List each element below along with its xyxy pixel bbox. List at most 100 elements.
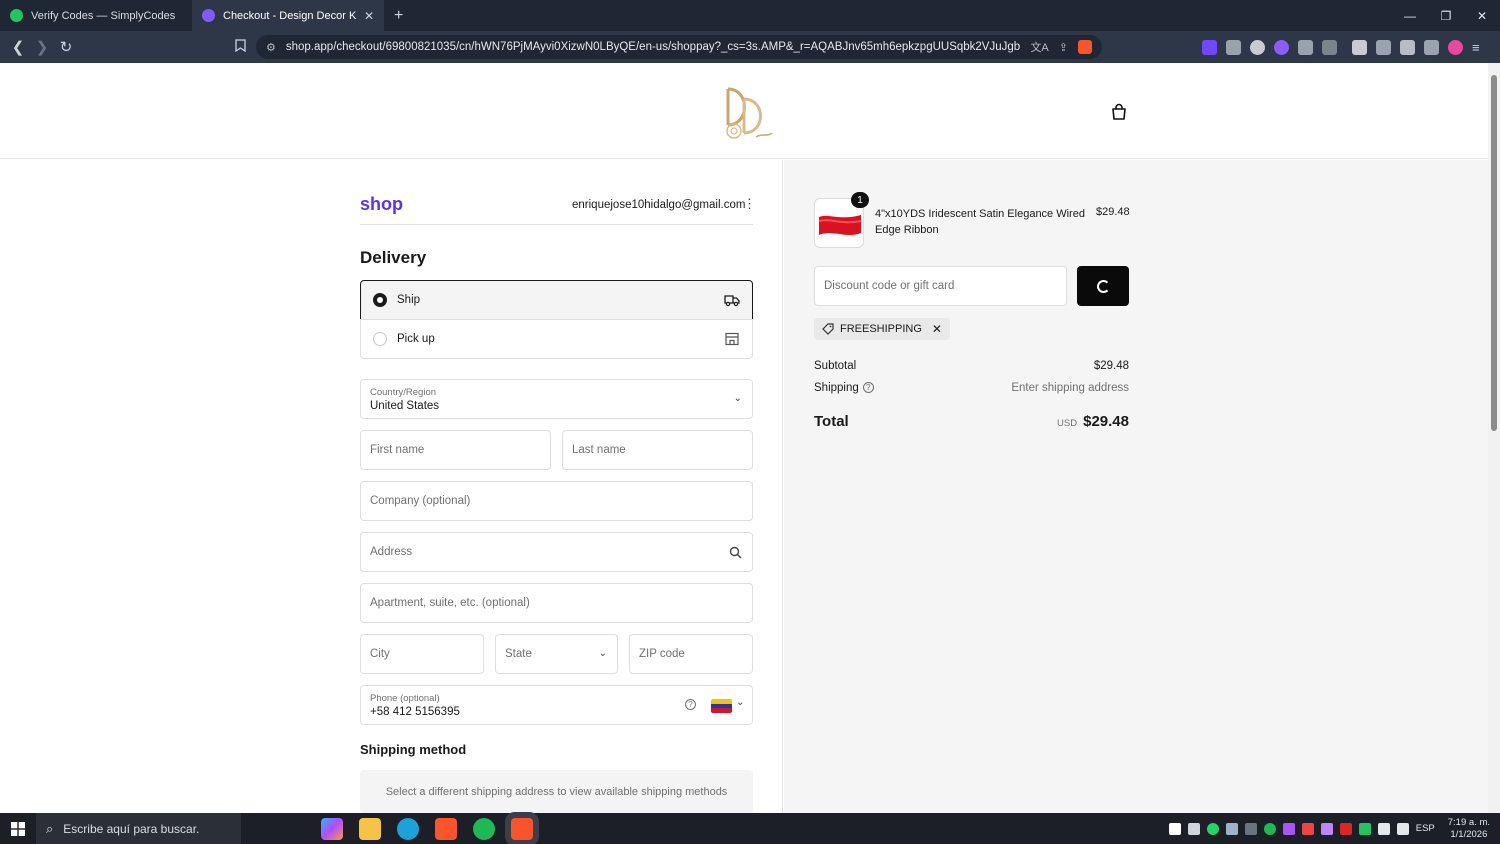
delivery-option-ship[interactable]: Ship [360, 280, 753, 320]
taskbar-clock[interactable]: 7:19 a. m. 1/1/2026 [1448, 817, 1490, 841]
first-name-field[interactable]: First name [360, 430, 551, 470]
minimize-button[interactable]: — [1392, 0, 1428, 31]
network-icon[interactable] [1377, 822, 1390, 835]
new-tab-button[interactable]: + [394, 7, 403, 25]
help-icon[interactable]: ? [685, 699, 696, 710]
restore-button[interactable]: ❐ [1428, 0, 1464, 31]
page-scrollbar[interactable] [1488, 63, 1500, 813]
city-field[interactable]: City [360, 634, 484, 674]
windows-start-icon[interactable] [0, 813, 36, 844]
taskbar-search-placeholder: Escribe aquí para buscar. [63, 821, 200, 836]
shipping-method-heading: Shipping method [360, 742, 467, 757]
address-field[interactable]: Address [360, 532, 753, 572]
store-logo[interactable] [716, 81, 774, 143]
remove-discount-icon[interactable]: ✕ [932, 322, 942, 336]
store-icon [725, 332, 739, 346]
tray-app-icon[interactable] [1168, 822, 1181, 835]
copilot-icon[interactable] [321, 817, 343, 840]
tray-feather-icon[interactable] [1320, 822, 1333, 835]
country-select[interactable]: Country/Region United States ⌄ [360, 379, 753, 419]
extensions-puzzle-icon[interactable] [1298, 39, 1313, 55]
chevron-down-icon[interactable]: ⌄ [736, 697, 744, 708]
apply-discount-button[interactable] [1077, 266, 1129, 306]
state-select[interactable]: State ⌄ [495, 634, 618, 674]
reload-icon[interactable]: ↻ [54, 38, 78, 56]
extension-shield-icon[interactable] [1250, 39, 1265, 55]
edge-icon[interactable] [397, 817, 419, 840]
phone-field[interactable]: Phone (optional) +58 412 5156395 ? ⌄ [360, 685, 753, 725]
phone-value: +58 412 5156395 [370, 706, 460, 718]
url-text[interactable]: shop.app/checkout/69800821035/cn/hWN76Pj… [286, 41, 1021, 53]
delivery-heading: Delivery [360, 248, 427, 267]
pinned-apps [321, 817, 533, 840]
vpn-icon[interactable] [1424, 39, 1439, 55]
back-icon[interactable]: ❮ [6, 38, 30, 56]
extension-capture-icon[interactable] [1322, 39, 1337, 55]
file-explorer-icon[interactable] [359, 817, 381, 840]
extension-a-icon[interactable] [1202, 39, 1217, 55]
applied-discount-chip: FREESHIPPING ✕ [814, 318, 950, 340]
discount-code-input[interactable]: Discount code or gift card [814, 266, 1067, 306]
volume-icon[interactable] [1396, 822, 1409, 835]
pickup-radio[interactable] [373, 332, 387, 346]
extension-reader-icon[interactable] [1226, 39, 1241, 55]
delivery-option-pickup[interactable]: Pick up [360, 319, 753, 359]
tab-simplycodes[interactable]: Verify Codes — SimplyCodes [0, 0, 192, 31]
tab-title: Checkout - Design Decor Knoxvi [223, 9, 356, 22]
forward-icon[interactable]: ❯ [30, 38, 54, 56]
currency-code: USD [1057, 418, 1078, 429]
language-indicator[interactable]: ESP [1416, 823, 1435, 834]
brave-icon[interactable] [435, 817, 457, 840]
tray-color-icon[interactable] [1282, 822, 1295, 835]
zip-field[interactable]: ZIP code [629, 634, 753, 674]
tray-green-icon[interactable] [1358, 822, 1371, 835]
chevron-down-icon: ⌄ [733, 393, 742, 404]
tray-red-square-icon[interactable] [1339, 822, 1352, 835]
close-window-button[interactable]: ✕ [1464, 0, 1500, 31]
tray-grid-icon[interactable] [1244, 822, 1257, 835]
translate-icon[interactable]: 文A [1030, 39, 1048, 55]
profile-icon[interactable] [1448, 39, 1463, 55]
close-tab-icon[interactable]: ✕ [364, 9, 374, 23]
whatsapp-icon[interactable] [1206, 822, 1219, 835]
extensions-area: ≡ [1202, 31, 1487, 63]
tab-checkout[interactable]: Checkout - Design Decor Knoxvi ✕ [192, 0, 384, 31]
sidebar-icon[interactable] [1352, 39, 1367, 55]
checkout-form-column: shop enriquejose10hidalgo@gmail.com ⋮ De… [0, 160, 783, 813]
taskbar-search[interactable]: ⌕ Escribe aquí para buscar. [36, 813, 241, 844]
extension-purple-icon[interactable] [1274, 39, 1289, 55]
steam-icon[interactable] [1225, 822, 1238, 835]
site-info-icon[interactable]: ⚙ [266, 41, 276, 54]
tray-arrow-icon[interactable] [1187, 822, 1200, 835]
shipping-value: Enter shipping address [1011, 382, 1129, 394]
apartment-field[interactable]: Apartment, suite, etc. (optional) [360, 583, 753, 623]
search-icon: ⌕ [46, 820, 54, 836]
simplycodes-favicon-icon [10, 9, 23, 22]
shopping-bag-icon[interactable] [1110, 103, 1128, 121]
last-name-field[interactable]: Last name [562, 430, 753, 470]
order-summary-column: 1 4"x10YDS Iridescent Satin Elegance Wir… [784, 160, 1488, 813]
share-icon[interactable]: ⇪ [1059, 41, 1068, 54]
menu-icon[interactable]: ≡ [1472, 40, 1487, 55]
help-icon[interactable]: ? [862, 382, 874, 394]
browser-toolbar: ❮ ❯ ↻ ⚙ shop.app/checkout/69800821035/cn… [0, 31, 1500, 63]
bookmark-icon[interactable] [228, 38, 252, 56]
scrollbar-thumb[interactable] [1491, 75, 1497, 431]
brave-shield-icon[interactable] [1078, 40, 1092, 54]
total-row: Total USD $29.48 [814, 413, 1129, 431]
ship-label: Ship [397, 294, 421, 306]
tag-icon [822, 323, 834, 335]
ship-radio[interactable] [373, 293, 387, 307]
company-field[interactable]: Company (optional) [360, 481, 753, 521]
account-menu-icon[interactable]: ⋮ [743, 196, 756, 212]
leo-ai-icon[interactable] [1400, 39, 1415, 55]
brave-active-icon[interactable] [511, 817, 533, 840]
spotify-icon[interactable] [473, 817, 495, 840]
tab-title: Verify Codes — SimplyCodes [31, 9, 176, 22]
spotify-tray-icon[interactable] [1263, 822, 1276, 835]
system-tray: ESP 7:19 a. m. 1/1/2026 [1168, 813, 1500, 844]
address-bar[interactable]: ⚙ shop.app/checkout/69800821035/cn/hWN76… [256, 35, 1102, 59]
wallet-icon[interactable] [1376, 39, 1391, 55]
venezuela-flag-icon[interactable] [711, 699, 732, 713]
tray-red-icon[interactable] [1301, 822, 1314, 835]
